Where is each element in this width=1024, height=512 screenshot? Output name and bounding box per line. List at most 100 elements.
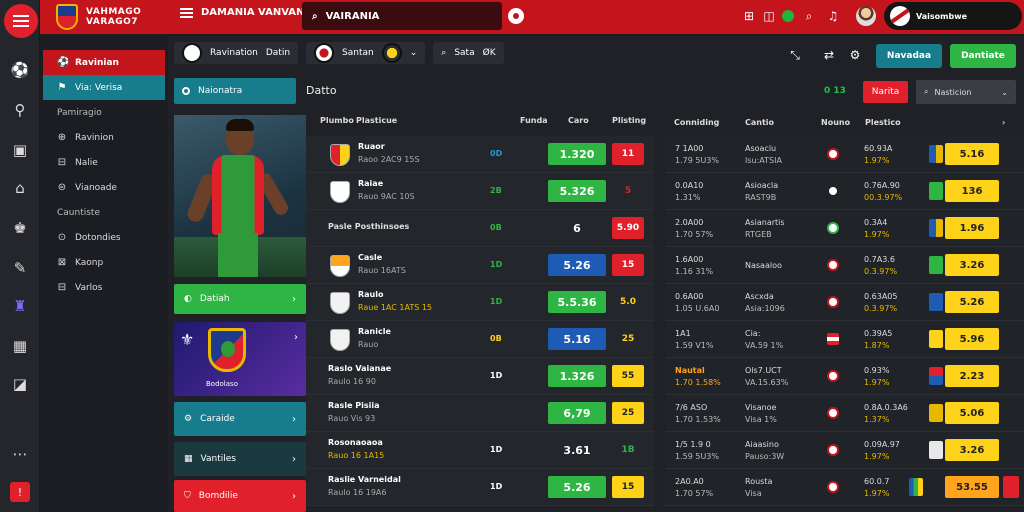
calendar-icon[interactable]: ▦ — [10, 336, 30, 356]
stats-row[interactable]: 1A1 1.59 V1% Cia: VA.59 1% 0.39A5 1.87% 5.96 — [665, 321, 1024, 358]
column-header[interactable]: Cantio — [745, 118, 774, 127]
sidebar-item-1[interactable]: ⚽ Ravinian — [43, 50, 165, 75]
match-row[interactable]: Raslo Vaianae Raulo 16 90 1D 1.326 55 — [306, 358, 654, 395]
stats-row[interactable]: 2A0.A0 1.70 57% Rousta Visa 60.0.7 1.97% 53.55 — [665, 469, 1024, 506]
column-header[interactable]: Nouno — [821, 118, 850, 127]
whistle-icon[interactable]: ✎ — [10, 258, 30, 278]
stats-row[interactable]: 0.0A10 1.31% Asioacla RAST9B 0.76A.90 00.3.97… — [665, 173, 1024, 210]
extra-odds[interactable]: 5.90 — [612, 217, 644, 239]
price-button[interactable]: 3.26 — [945, 439, 999, 461]
stats-row[interactable]: 0.6A00 1.05 U.6A0 Ascxda Asia:1096 0.63A05 0.… — [665, 284, 1024, 321]
column-header[interactable]: Plisting — [612, 116, 646, 125]
avatar[interactable] — [856, 6, 876, 26]
sidebar-item-4[interactable]: ⊟ Nalie — [43, 150, 165, 175]
sidebar-item-7[interactable]: ⊠ Kaonp — [43, 250, 165, 275]
extra-odds[interactable]: 55 — [612, 365, 644, 387]
extra-odds[interactable]: 5 — [612, 180, 644, 202]
sidebar-item-5[interactable]: ⊜ Vianoade — [43, 175, 165, 200]
odds-button[interactable]: 6,79 — [548, 402, 606, 424]
stats-row[interactable]: 2.0A00 1.70 57% Asianartis RTGEB 0.3A4 1.97% 1… — [665, 210, 1024, 247]
column-header[interactable]: Conniding — [674, 118, 719, 127]
sort-dropdown[interactable]: ⌕ Nasticion ⌄ — [916, 80, 1016, 104]
match-row[interactable]: Rasle Pisiia Rauo Vis 93 6,79 25 — [306, 395, 654, 432]
stats-row[interactable]: Nautal 1.70 1.58% Ols7.UCT VA.15.63% 0.93% 1.… — [665, 358, 1024, 395]
extra-odds[interactable]: 15 — [612, 476, 644, 498]
filter-chip-1[interactable]: Ravination Datin — [174, 42, 299, 64]
odds-button[interactable]: 1.320 — [548, 143, 606, 165]
sidebar-item-6[interactable]: ⊙ Dotondies — [43, 225, 165, 250]
more-icon[interactable]: ⋯ — [10, 444, 30, 464]
column-header[interactable]: Funda — [520, 116, 548, 125]
price-button[interactable]: 5.96 — [945, 328, 999, 350]
search-box[interactable]: ⌕ VAIRANIA — [302, 2, 502, 30]
category-card-4[interactable]: ▦ Vantiles › — [174, 442, 306, 476]
alert-icon[interactable]: ! — [10, 482, 30, 502]
bell-icon[interactable]: ♫ — [824, 7, 842, 25]
sidebar-item-2[interactable]: ⚑ Via: Verisa — [43, 75, 165, 100]
price-button[interactable]: 53.55 — [945, 476, 999, 498]
price-button[interactable]: 5.06 — [945, 402, 999, 424]
odds-button[interactable]: 1.326 — [548, 365, 606, 387]
extra-odds[interactable]: 11 — [612, 143, 644, 165]
column-header[interactable]: Plumbo — [320, 116, 354, 125]
stadium-icon[interactable]: ⌂ — [10, 178, 30, 198]
extra-odds[interactable]: 25 — [612, 402, 644, 424]
extra-odds[interactable]: 15 — [612, 254, 644, 276]
match-row[interactable]: Raslie Varneidal Raulo 16 19A6 1D 5.26 15 — [306, 469, 654, 506]
top-nav[interactable]: DAMANIA VANVANI — [180, 7, 308, 18]
match-row[interactable]: Casle Rauo 16ATS 1D 5.26 15 — [306, 247, 654, 284]
sidebar-item-8[interactable]: ⊟ Varlos — [43, 275, 165, 300]
alert-icon[interactable] — [1003, 476, 1019, 498]
settings-icon[interactable]: ⚙ — [846, 46, 864, 64]
price-button[interactable]: 5.16 — [945, 143, 999, 165]
stats-row[interactable]: 1.6A00 1.16 31% Nasaaloo 0.7A3.6 0.3.97% 3.26 — [665, 247, 1024, 284]
featured-player-image[interactable] — [174, 115, 306, 277]
column-header[interactable]: Plestico — [865, 118, 901, 127]
stats-row[interactable]: 7 1A00 1.79 5U3% Asoaciu Isu:ATSIA 60.93A 1.9… — [665, 136, 1024, 173]
match-row[interactable]: Ruaor Raoo 2AC9 15S 0D 1.320 11 — [306, 136, 654, 173]
brand[interactable]: VAHMAGO VARAGO7 — [56, 4, 141, 30]
match-row[interactable]: Raiae Rauo 9AC 10S 2B 5.326 5 — [306, 173, 654, 210]
match-row[interactable]: Pasle Posthinsoes 0B 6 5.90 — [306, 210, 654, 247]
column-header[interactable]: Caro — [568, 116, 589, 125]
odds-button[interactable]: 5.26 — [548, 476, 606, 498]
ball-icon[interactable]: ⚽ — [10, 60, 30, 80]
hamburger-icon[interactable] — [180, 7, 193, 18]
price-button[interactable]: 136 — [945, 180, 999, 202]
price-button[interactable]: 1.96 — [945, 217, 999, 239]
odds-button[interactable]: 6 — [548, 217, 606, 239]
odds-button[interactable]: 5.5.36 — [548, 291, 606, 313]
odds-button[interactable]: 5.16 — [548, 328, 606, 350]
sidebar-item-3[interactable]: ⊕ Ravinion — [43, 125, 165, 150]
price-button[interactable]: 5.26 — [945, 291, 999, 313]
category-card-5[interactable]: ⛉ Bomdilie › — [174, 480, 306, 512]
dantiate-button[interactable]: Dantiate — [950, 44, 1016, 68]
main-menu-button[interactable] — [4, 4, 38, 38]
extra-odds[interactable]: 5.0 — [612, 291, 644, 313]
top-nav-title[interactable]: DAMANIA VANVANI — [201, 7, 308, 18]
odds-button[interactable]: 5.26 — [548, 254, 606, 276]
filter-chip-3[interactable]: ⌕ Sata ØK — [433, 42, 504, 64]
collapse-icon[interactable]: ⤡ — [786, 46, 804, 64]
odds-button[interactable]: 5.326 — [548, 180, 606, 202]
stats-row[interactable]: 7/6 ASO 1.70 1.53% Visanoe Visa 1% 0.8A.0.3A… — [665, 395, 1024, 432]
category-card-1[interactable]: ◐ Datiah › — [174, 284, 306, 314]
trophy-icon[interactable]: ♜ — [10, 296, 30, 316]
price-button[interactable]: 2.23 — [945, 365, 999, 387]
odds-button[interactable]: 3.61 — [548, 439, 606, 461]
board-icon[interactable]: ▣ — [10, 140, 30, 160]
navadaa-button[interactable]: Navadaa — [876, 44, 942, 68]
stats-row[interactable]: 1/5 1.9 0 1.59 5U3% Aiaasino Pauso:3W 0.09A.… — [665, 432, 1024, 469]
transfer-icon[interactable]: ⇄ — [820, 46, 838, 64]
grid-icon[interactable]: ⊞ — [740, 7, 758, 25]
signal-icon[interactable]: ◫ — [760, 7, 778, 25]
category-card-3[interactable]: ⚙ Caraide › — [174, 402, 306, 436]
extra-odds[interactable]: 25 — [612, 328, 644, 350]
chevron-right-icon[interactable]: › — [1002, 118, 1005, 127]
category-card-2[interactable]: ⚜ Bodolaso › — [174, 322, 306, 396]
search-input[interactable]: VAIRANIA — [326, 11, 380, 22]
column-header[interactable]: Plasticue — [356, 116, 397, 125]
boot-icon[interactable]: ⚲ — [10, 100, 30, 120]
narita-button[interactable]: Narita — [863, 81, 908, 103]
section-tab[interactable]: Naionatra — [174, 78, 296, 104]
